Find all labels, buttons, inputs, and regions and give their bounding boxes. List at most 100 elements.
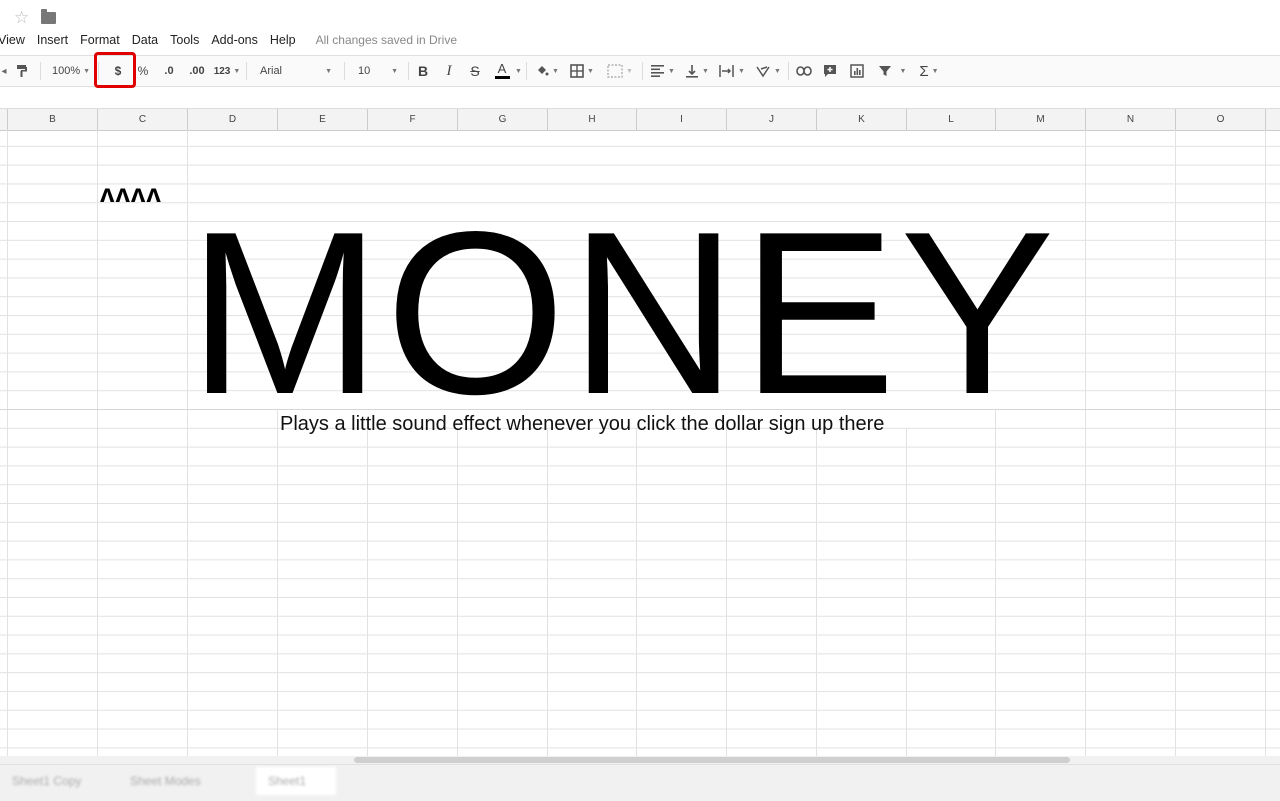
font-family-value: Arial <box>260 65 283 77</box>
column-header-o[interactable]: O <box>1176 109 1266 130</box>
menu-help[interactable]: Help <box>264 33 302 47</box>
chevron-down-icon: ▼ <box>83 67 91 75</box>
chevron-down-icon: ▼ <box>668 67 675 75</box>
chevron-down-icon: ▼ <box>587 67 594 75</box>
zoom-select[interactable]: 100% ▼ <box>46 56 96 86</box>
column-header-m[interactable]: M <box>996 109 1086 130</box>
merge-cells-button[interactable]: ▼ <box>602 56 638 86</box>
sheet-tabs-bar: Sheet1 Copy Sheet Modes Sheet1 <box>0 764 1280 801</box>
link-icon <box>796 66 812 76</box>
horizontal-align-button[interactable]: ▼ <box>648 56 678 86</box>
star-icon[interactable]: ☆ <box>14 9 29 26</box>
redo-icon[interactable]: ◂ <box>0 56 8 86</box>
insert-chart-button[interactable] <box>846 56 868 86</box>
toolbar-divider <box>408 62 409 80</box>
grid-line <box>1175 130 1176 758</box>
more-formats-button[interactable]: 123 ▼ <box>212 56 242 86</box>
grid-line <box>995 409 996 758</box>
decrease-decimal-button[interactable]: .0 <box>158 56 180 86</box>
sheet-tab[interactable]: Sheet Modes <box>118 767 250 795</box>
grid-line <box>367 428 368 758</box>
paint-bucket-icon <box>538 66 549 76</box>
paint-format-icon[interactable] <box>12 56 32 86</box>
toolbar-divider <box>642 62 643 80</box>
text-color-button[interactable]: A <box>492 56 512 86</box>
column-header-l[interactable]: L <box>907 109 996 130</box>
menu-view[interactable]: View <box>0 33 31 47</box>
text-color-dropdown[interactable]: ▼ <box>512 56 522 86</box>
column-header-n[interactable]: N <box>1086 109 1176 130</box>
menu-tools[interactable]: Tools <box>164 33 205 47</box>
grid-line <box>816 428 817 758</box>
column-header-i[interactable]: I <box>637 109 727 130</box>
menu-data[interactable]: Data <box>126 33 164 47</box>
chevron-down-icon: ▼ <box>515 67 522 75</box>
save-status[interactable]: All changes saved in Drive <box>316 33 457 47</box>
chevron-down-icon: ▼ <box>325 67 332 75</box>
column-header-g[interactable]: G <box>458 109 548 130</box>
insert-comment-button[interactable] <box>820 56 840 86</box>
menu-addons[interactable]: Add-ons <box>205 33 264 47</box>
toolbar-divider <box>98 62 99 80</box>
column-header-k[interactable]: K <box>817 109 907 130</box>
toolbar-divider <box>526 62 527 80</box>
align-bottom-icon <box>686 65 699 78</box>
column-header-d[interactable]: D <box>188 109 278 130</box>
column-header-j[interactable]: J <box>727 109 817 130</box>
toolbar-divider <box>40 62 41 80</box>
grid-line <box>636 428 637 758</box>
cells-area[interactable]: ʌʌʌʌ MONEY Plays a little sound effect w… <box>0 130 1280 758</box>
sheet-tab-active[interactable]: Sheet1 <box>256 767 336 795</box>
column-header-h[interactable]: H <box>548 109 637 130</box>
chevron-down-icon: ▼ <box>899 67 907 75</box>
chevron-down-icon: ▼ <box>931 67 939 75</box>
decrease-decimal-label: .0 <box>164 65 174 77</box>
menu-bar: View Insert Format Data Tools Add-ons He… <box>0 31 457 49</box>
functions-button[interactable]: Σ ▼ <box>914 56 944 86</box>
add-comment-icon <box>824 65 836 77</box>
horizontal-scrollbar-thumb[interactable] <box>354 757 1070 763</box>
chevron-down-icon: ▼ <box>233 67 241 75</box>
column-header-e[interactable]: E <box>278 109 368 130</box>
percent-format-button[interactable]: % <box>134 56 152 86</box>
column-header-f[interactable]: F <box>368 109 458 130</box>
font-size-value: 10 <box>358 65 371 77</box>
filter-button[interactable]: ▼ <box>874 56 910 86</box>
grid-line <box>1085 130 1086 758</box>
text-rotation-button[interactable]: ▼ <box>752 56 784 86</box>
grid-line <box>277 409 278 758</box>
vertical-align-button[interactable]: ▼ <box>682 56 712 86</box>
chevron-down-icon: ▼ <box>738 67 745 75</box>
column-header-c[interactable]: C <box>98 109 188 130</box>
menu-insert[interactable]: Insert <box>31 33 74 47</box>
grid-line <box>726 428 727 758</box>
text-wrapping-button[interactable]: ▼ <box>716 56 748 86</box>
cell-c1-text: ʌʌʌʌ <box>100 178 162 208</box>
column-header-p[interactable] <box>1266 109 1280 130</box>
title-icons: ☆ <box>14 6 57 28</box>
zoom-value: 100% <box>52 65 81 77</box>
toolbar-divider <box>344 62 345 80</box>
font-size-select[interactable]: 10 ▼ <box>352 56 404 86</box>
text-color-label: A <box>497 61 507 76</box>
increase-decimal-button[interactable]: .00 <box>184 56 210 86</box>
menu-format[interactable]: Format <box>74 33 126 47</box>
fill-color-button[interactable]: ▼ <box>532 56 562 86</box>
column-header-b[interactable]: B <box>8 109 98 130</box>
grid-line <box>547 428 548 758</box>
borders-button[interactable]: ▼ <box>566 56 598 86</box>
italic-button[interactable]: I <box>440 56 458 86</box>
toolbar-divider <box>788 62 789 80</box>
spreadsheet-grid: B C D E F G H I J K L M N O ʌʌʌʌ MONEY P… <box>0 86 1280 758</box>
strikethrough-button[interactable]: S <box>466 56 484 86</box>
font-family-select[interactable]: Arial ▼ <box>254 56 338 86</box>
chevron-down-icon: ▼ <box>774 67 781 75</box>
insert-link-button[interactable] <box>794 56 814 86</box>
text-rotation-icon <box>756 66 770 78</box>
column-header-a[interactable] <box>0 109 8 130</box>
bold-button[interactable]: B <box>414 56 432 86</box>
folder-icon[interactable] <box>41 9 57 24</box>
currency-format-button[interactable]: $ <box>104 56 132 86</box>
sheet-tab[interactable]: Sheet1 Copy <box>0 767 124 795</box>
increase-decimal-label: .00 <box>189 65 205 77</box>
